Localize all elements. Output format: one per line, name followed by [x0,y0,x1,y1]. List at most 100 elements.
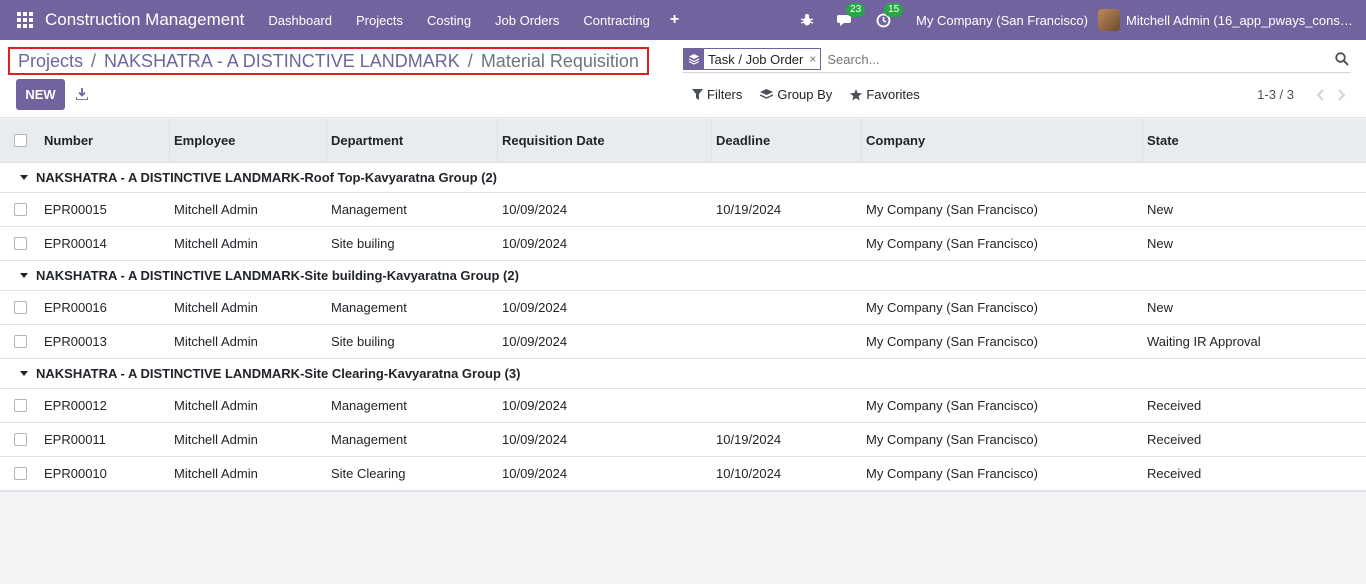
row-checkbox[interactable] [13,237,27,250]
cell-employee: Mitchell Admin [174,300,258,315]
cell-employee: Mitchell Admin [174,466,258,481]
group-row[interactable]: NAKSHATRA - A DISTINCTIVE LANDMARK-Site … [0,359,1366,389]
cell-requisition-date: 10/09/2024 [502,300,568,315]
header-number[interactable]: Number [40,119,170,162]
cell-number: EPR00013 [44,334,107,349]
search-bar: Task / Job Order × [683,46,1351,73]
header-department[interactable]: Department [327,119,498,162]
table-row[interactable]: EPR00016 Mitchell Admin Management 10/09/20… [0,291,1366,325]
header-employee[interactable]: Employee [170,119,327,162]
group-row[interactable]: NAKSHATRA - A DISTINCTIVE LANDMARK-Roof … [0,163,1366,193]
pager: 1-3 / 3 [1257,87,1348,102]
table-row[interactable]: EPR00013 Mitchell Admin Site builing 10/09/… [0,325,1366,359]
cell-deadline: 10/19/2024 [716,202,782,217]
cell-department: Management [331,300,407,315]
cell-department: Management [331,398,407,413]
cell-company: My Company (San Francisco) [866,334,1038,349]
search-icon[interactable] [1333,50,1351,68]
facet-value: Task / Job Order [708,51,804,67]
table-row[interactable]: EPR00015 Mitchell Admin Management 10/09/20… [0,193,1366,227]
cell-number: EPR00015 [44,202,107,217]
header-deadline[interactable]: Deadline [712,119,862,162]
plus-icon[interactable]: + [662,11,687,29]
cell-state: Waiting IR Approval [1147,334,1261,349]
table-row[interactable]: EPR00011 Mitchell Admin Management 10/09/20… [0,423,1366,457]
cell-requisition-date: 10/09/2024 [502,466,568,481]
facet-remove-icon[interactable]: × [807,49,820,69]
cell-requisition-date: 10/09/2024 [502,334,568,349]
search-input[interactable] [827,51,1333,67]
group-row[interactable]: NAKSHATRA - A DISTINCTIVE LANDMARK-Site … [0,261,1366,291]
user-menu[interactable]: Mitchell Admin (16_app_pways_constructio… [1126,13,1366,28]
table-row[interactable]: EPR00010 Mitchell Admin Site Clearing 10/09… [0,457,1366,491]
select-all-checkbox[interactable] [13,134,27,147]
download-icon[interactable] [74,86,90,102]
top-navbar: Construction Management Dashboard Projec… [0,0,1366,40]
list-view: Number Employee Department Requisition D… [0,119,1366,492]
cell-state: New [1147,236,1174,251]
cell-company: My Company (San Francisco) [866,202,1038,217]
row-checkbox[interactable] [13,335,27,348]
favorites-label: Favorites [866,87,920,102]
company-switcher[interactable]: My Company (San Francisco) [916,13,1088,28]
row-checkbox[interactable] [13,433,27,446]
breadcrumb-projects[interactable]: Projects [18,51,83,72]
favorites-button[interactable]: Favorites [850,87,920,102]
cell-number: EPR00010 [44,466,107,481]
header-state[interactable]: State [1143,119,1366,162]
star-icon [850,88,863,100]
cell-deadline [712,389,862,422]
table-row[interactable]: EPR00014 Mitchell Admin Site builing 10/09/… [0,227,1366,261]
table-row[interactable]: EPR00012 Mitchell Admin Management 10/09/20… [0,389,1366,423]
group-label: NAKSHATRA - A DISTINCTIVE LANDMARK-Site … [36,268,519,283]
row-select-cell [0,291,40,324]
cell-deadline: 10/19/2024 [716,432,782,447]
menu-dashboard[interactable]: Dashboard [256,13,344,28]
new-button[interactable]: NEW [16,79,65,110]
breadcrumb-separator: / [467,50,473,71]
cell-state: New [1147,202,1174,217]
cell-requisition-date: 10/09/2024 [502,432,568,447]
avatar[interactable] [1098,9,1120,31]
caret-down-icon [20,371,28,376]
group-label: NAKSHATRA - A DISTINCTIVE LANDMARK-Roof … [36,170,498,185]
cell-department: Site builing [331,334,395,349]
group-label: NAKSHATRA - A DISTINCTIVE LANDMARK-Site … [36,366,521,381]
cell-company: My Company (San Francisco) [866,300,1038,315]
row-checkbox[interactable] [13,399,27,412]
header-company[interactable]: Company [862,119,1143,162]
cell-employee: Mitchell Admin [174,398,258,413]
menu-costing[interactable]: Costing [415,13,483,28]
row-checkbox[interactable] [13,301,27,314]
clock-icon[interactable]: 15 [872,3,904,31]
filters-button[interactable]: Filters [692,87,742,102]
cell-company: My Company (San Francisco) [866,432,1038,447]
row-checkbox[interactable] [13,203,27,216]
group-by-button[interactable]: Group By [760,87,832,102]
pager-previous-icon[interactable] [1314,88,1328,102]
pager-value[interactable]: 1-3 / 3 [1257,87,1294,102]
app-brand[interactable]: Construction Management [45,10,244,30]
layers-icon [684,49,704,69]
bug-icon[interactable] [796,9,818,31]
activity-badge: 15 [884,3,904,17]
control-panel: Projects / NAKSHATRA - A DISTINCTIVE LAN… [0,40,1366,118]
breadcrumb-project[interactable]: NAKSHATRA - A DISTINCTIVE LANDMARK [104,51,460,72]
cell-deadline [712,291,862,324]
chat-icon[interactable]: 23 [834,3,866,31]
menu-contracting[interactable]: Contracting [571,13,661,28]
row-select-cell [0,423,40,456]
header-requisition-date[interactable]: Requisition Date [498,119,712,162]
row-checkbox[interactable] [13,467,27,480]
search-options: Filters Group By Favorites [692,87,938,102]
cell-deadline: 10/10/2024 [716,466,782,481]
menu-projects[interactable]: Projects [344,13,415,28]
cell-number: EPR00012 [44,398,107,413]
select-all-cell [0,119,40,162]
cell-employee: Mitchell Admin [174,334,258,349]
cell-department: Management [331,432,407,447]
app-menu-icon[interactable] [17,12,33,28]
menu-job-orders[interactable]: Job Orders [483,13,571,28]
pager-next-icon[interactable] [1334,88,1348,102]
cell-state: Received [1147,432,1202,447]
